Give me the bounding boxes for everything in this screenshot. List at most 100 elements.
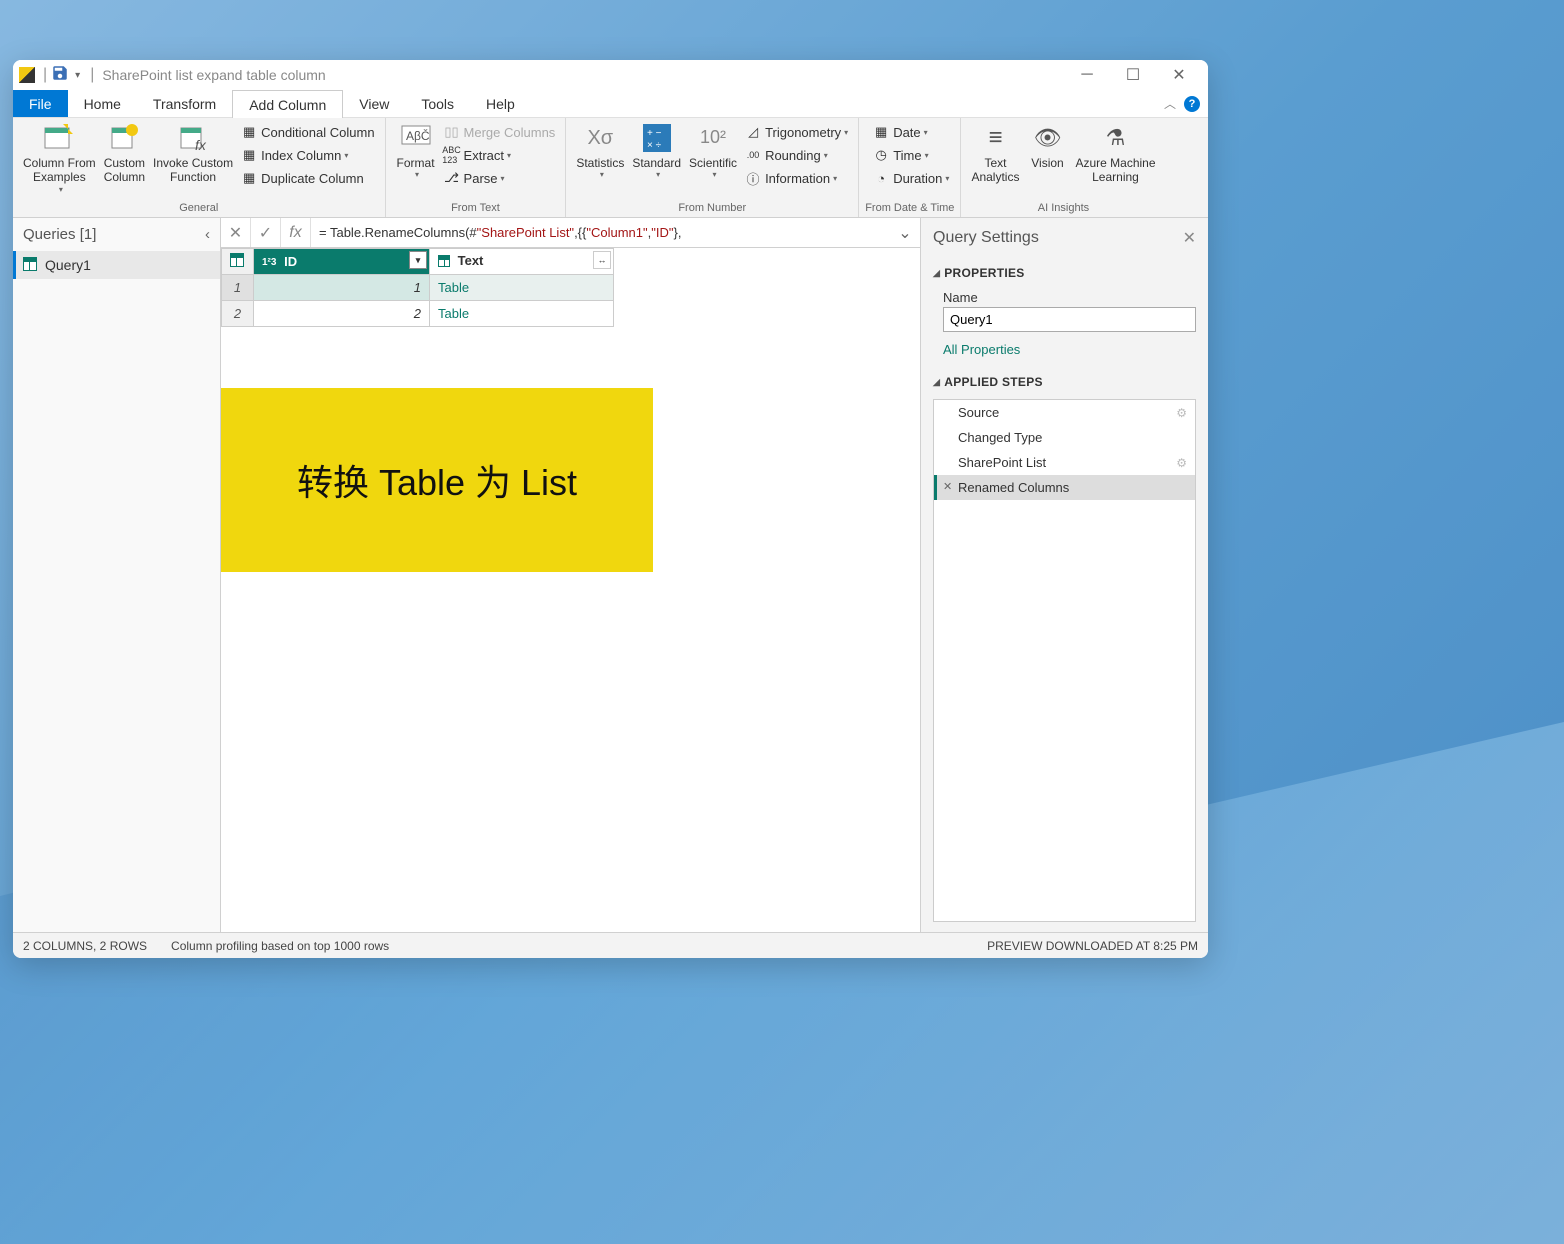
close-settings-icon[interactable]: ✕ bbox=[1183, 228, 1196, 248]
vision-button[interactable]: 👁 Vision bbox=[1023, 120, 1071, 172]
step-item[interactable]: Source⚙ bbox=[934, 400, 1195, 425]
index-column-icon: ▦ bbox=[241, 147, 257, 163]
rounding-icon: .00 bbox=[745, 147, 761, 163]
power-query-editor-window: | ▾ | SharePoint list expand table colum… bbox=[13, 60, 1208, 958]
merge-columns-icon: ▯▯ bbox=[444, 124, 460, 140]
commit-formula-button[interactable]: ✓ bbox=[251, 218, 281, 247]
svg-text:fx: fx bbox=[195, 137, 207, 153]
information-button[interactable]: ⓘInformation▾ bbox=[741, 168, 852, 188]
query-settings-pane: Query Settings ✕ ◢PROPERTIES Name All Pr… bbox=[920, 218, 1208, 932]
all-properties-link[interactable]: All Properties bbox=[943, 342, 1196, 357]
annotation-overlay: 转换 Table 为 List bbox=[221, 388, 653, 572]
vision-icon: 👁 bbox=[1031, 122, 1063, 154]
step-item[interactable]: SharePoint List⚙ bbox=[934, 450, 1195, 475]
save-icon[interactable] bbox=[51, 64, 69, 87]
table-row[interactable]: 2 2 Table bbox=[222, 301, 614, 327]
menu-view[interactable]: View bbox=[343, 90, 405, 117]
column-header-text[interactable]: Text ↔ bbox=[430, 249, 614, 275]
standard-icon: + −× ÷ bbox=[641, 122, 673, 154]
cancel-formula-button[interactable]: ✕ bbox=[221, 218, 251, 247]
qat-dropdown-icon[interactable]: ▾ bbox=[75, 70, 80, 81]
svg-text:× ÷: × ÷ bbox=[647, 140, 662, 151]
status-preview-time: PREVIEW DOWNLOADED AT 8:25 PM bbox=[987, 939, 1198, 953]
text-analytics-button[interactable]: ≡ Text Analytics bbox=[967, 120, 1023, 187]
applied-steps-list: Source⚙ Changed Type SharePoint List⚙ Re… bbox=[933, 399, 1196, 922]
properties-section[interactable]: ◢PROPERTIES bbox=[933, 266, 1196, 280]
formula-bar: ✕ ✓ fx = Table.RenameColumns(#"SharePoin… bbox=[221, 218, 920, 248]
trigonometry-button[interactable]: ◿Trigonometry▾ bbox=[741, 122, 852, 142]
select-all-header[interactable] bbox=[222, 249, 254, 275]
filter-dropdown-icon[interactable]: ▾ bbox=[409, 251, 427, 269]
date-button[interactable]: ▦Date▾ bbox=[869, 122, 953, 142]
queries-title: Queries [1] bbox=[23, 226, 96, 243]
duration-icon: ◔ bbox=[873, 170, 889, 186]
azure-ml-button[interactable]: ⚗ Azure Machine Learning bbox=[1071, 120, 1159, 187]
table-row[interactable]: 1 1 Table bbox=[222, 275, 614, 301]
duplicate-column-button[interactable]: ▦Duplicate Column bbox=[237, 168, 378, 188]
parse-button[interactable]: ⎇Parse▾ bbox=[440, 168, 560, 188]
query-item[interactable]: Query1 bbox=[13, 251, 220, 279]
close-button[interactable]: ✕ bbox=[1156, 60, 1202, 90]
applied-steps-section[interactable]: ◢APPLIED STEPS bbox=[933, 375, 1196, 389]
data-grid: 1²3 ID ▾ Text ↔ bbox=[221, 248, 920, 327]
collapse-ribbon-icon[interactable]: ︿ bbox=[1164, 95, 1176, 112]
status-profiling: Column profiling based on top 1000 rows bbox=[171, 939, 389, 953]
menu-file[interactable]: File bbox=[13, 90, 68, 117]
expand-formula-icon[interactable]: ⌄ bbox=[890, 218, 920, 247]
queries-pane: Queries [1] ‹ Query1 bbox=[13, 218, 221, 932]
conditional-column-icon: ▦ bbox=[241, 124, 257, 140]
query-name-input[interactable] bbox=[943, 307, 1196, 332]
window-title: SharePoint list expand table column bbox=[102, 67, 325, 83]
statistics-button[interactable]: Χσ Statistics▾ bbox=[572, 120, 628, 182]
azure-ml-icon: ⚗ bbox=[1099, 122, 1131, 154]
settings-title: Query Settings bbox=[933, 229, 1039, 247]
help-icon[interactable]: ? bbox=[1184, 96, 1200, 112]
type-number-icon: 1²3 bbox=[262, 257, 276, 268]
main-area: ✕ ✓ fx = Table.RenameColumns(#"SharePoin… bbox=[221, 218, 920, 932]
extract-button[interactable]: ABC123Extract▾ bbox=[440, 145, 560, 165]
parse-icon: ⎇ bbox=[444, 170, 460, 186]
menu-add-column[interactable]: Add Column bbox=[232, 90, 343, 118]
index-column-button[interactable]: ▦Index Column▾ bbox=[237, 145, 378, 165]
menu-tools[interactable]: Tools bbox=[405, 90, 470, 117]
standard-button[interactable]: + −× ÷ Standard▾ bbox=[628, 120, 685, 182]
menubar: File Home Transform Add Column View Tool… bbox=[13, 90, 1208, 118]
step-item[interactable]: Renamed Columns bbox=[934, 475, 1195, 500]
time-button[interactable]: ◷Time▾ bbox=[869, 145, 953, 165]
table-icon bbox=[23, 257, 39, 273]
status-columns-rows: 2 COLUMNS, 2 ROWS bbox=[23, 939, 147, 953]
minimize-button[interactable]: ─ bbox=[1064, 60, 1110, 90]
menu-home[interactable]: Home bbox=[68, 90, 137, 117]
column-header-id[interactable]: 1²3 ID ▾ bbox=[254, 249, 430, 275]
expand-column-icon[interactable]: ↔ bbox=[593, 251, 611, 269]
column-from-examples-icon bbox=[43, 122, 75, 154]
text-analytics-icon: ≡ bbox=[979, 122, 1011, 154]
invoke-custom-function-icon: fx bbox=[177, 122, 209, 154]
statusbar: 2 COLUMNS, 2 ROWS Column profiling based… bbox=[13, 932, 1208, 958]
format-button[interactable]: AβČ Format▾ bbox=[392, 120, 440, 182]
menu-help[interactable]: Help bbox=[470, 90, 531, 117]
gear-icon[interactable]: ⚙ bbox=[1176, 406, 1187, 420]
information-icon: ⓘ bbox=[745, 170, 761, 186]
collapse-queries-icon[interactable]: ‹ bbox=[205, 226, 210, 243]
merge-columns-button[interactable]: ▯▯Merge Columns bbox=[440, 122, 560, 142]
invoke-custom-function-button[interactable]: fx Invoke Custom Function bbox=[149, 120, 237, 187]
time-icon: ◷ bbox=[873, 147, 889, 163]
duration-button[interactable]: ◔Duration▾ bbox=[869, 168, 953, 188]
menu-transform[interactable]: Transform bbox=[137, 90, 232, 117]
scientific-button[interactable]: 10² Scientific▾ bbox=[685, 120, 741, 182]
app-icon bbox=[19, 67, 35, 83]
extract-icon: ABC123 bbox=[444, 147, 460, 163]
gear-icon[interactable]: ⚙ bbox=[1176, 456, 1187, 470]
rounding-button[interactable]: .00Rounding▾ bbox=[741, 145, 852, 165]
custom-column-icon bbox=[108, 122, 140, 154]
column-from-examples-button[interactable]: Column From Examples▾ bbox=[19, 120, 100, 196]
maximize-button[interactable]: ☐ bbox=[1110, 60, 1156, 90]
step-item[interactable]: Changed Type bbox=[934, 425, 1195, 450]
name-label: Name bbox=[943, 290, 1196, 305]
conditional-column-button[interactable]: ▦Conditional Column bbox=[237, 122, 378, 142]
custom-column-button[interactable]: Custom Column bbox=[100, 120, 149, 187]
fx-icon[interactable]: fx bbox=[281, 218, 311, 247]
formula-input[interactable]: = Table.RenameColumns(#"SharePoint List"… bbox=[311, 218, 890, 247]
svg-text:AβČ: AβČ bbox=[406, 128, 430, 143]
